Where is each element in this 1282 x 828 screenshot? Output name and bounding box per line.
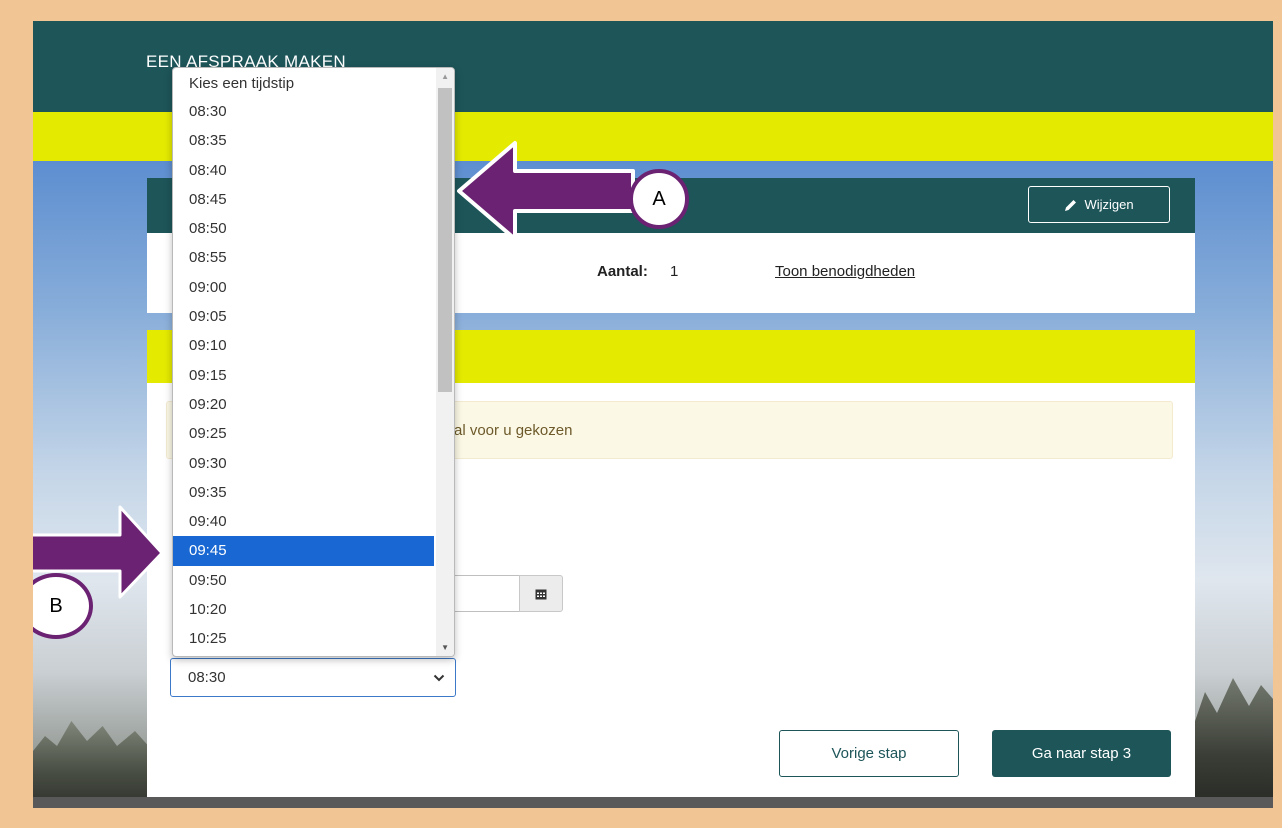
previous-step-button[interactable]: Vorige stap	[779, 730, 959, 777]
time-option[interactable]: 08:35	[173, 126, 434, 155]
time-option[interactable]: 10:25	[173, 624, 434, 653]
time-select[interactable]: 08:30	[170, 658, 456, 697]
time-option[interactable]: 08:40	[173, 156, 434, 185]
notice-text: al voor u gekozen	[454, 422, 573, 439]
edit-button-label: Wijzigen	[1084, 197, 1134, 212]
time-dropdown-list[interactable]: Kies een tijdstip 08:30 08:35 08:40 08:45 08…	[172, 67, 455, 657]
time-option[interactable]: 09:45	[173, 536, 434, 566]
time-options: Kies een tijdstip 08:30 08:35 08:40 08:45 08…	[173, 70, 434, 654]
time-option[interactable]: 08:55	[173, 243, 434, 272]
time-option[interactable]: 08:30	[173, 97, 434, 126]
time-select-value: 08:30	[188, 669, 226, 686]
amount-value: 1	[670, 263, 679, 280]
time-option[interactable]: 09:15	[173, 361, 434, 390]
time-option[interactable]: 09:20	[173, 390, 434, 419]
pencil-icon	[1065, 199, 1077, 211]
time-option[interactable]: 09:10	[173, 331, 434, 360]
time-option[interactable]: 09:30	[173, 449, 434, 478]
time-option[interactable]: 09:05	[173, 302, 434, 331]
screenshot-frame: EEN AFSPRAAK MAKEN Wijzigen Aantal: 1 To…	[33, 21, 1273, 808]
edit-button[interactable]: Wijzigen	[1028, 186, 1170, 223]
time-option[interactable]: 08:50	[173, 214, 434, 243]
time-option[interactable]: 09:35	[173, 478, 434, 507]
time-option[interactable]: 08:45	[173, 185, 434, 214]
annotation-a: A	[629, 169, 689, 229]
show-supplies-link[interactable]: Toon benodigdheden	[775, 263, 915, 280]
date-input[interactable]	[454, 575, 519, 612]
calendar-icon	[535, 589, 547, 599]
time-option[interactable]: 09:00	[173, 273, 434, 302]
next-step-button[interactable]: Ga naar stap 3	[992, 730, 1171, 777]
time-option[interactable]: 10:20	[173, 595, 434, 624]
time-option-placeholder[interactable]: Kies een tijdstip	[173, 70, 434, 97]
time-option[interactable]: 09:40	[173, 507, 434, 536]
time-option[interactable]: 09:50	[173, 566, 434, 595]
scroll-down-icon[interactable]: ▼	[441, 643, 449, 652]
bottom-strip	[33, 797, 1273, 808]
scrollbar-thumb[interactable]	[438, 88, 452, 392]
dropdown-scrollbar[interactable]: ▲ ▼	[436, 68, 454, 656]
amount-label: Aantal:	[597, 263, 648, 280]
arrow-left-icon	[457, 141, 635, 241]
chevron-down-icon	[433, 674, 445, 681]
calendar-button[interactable]	[519, 575, 563, 612]
scroll-up-icon[interactable]: ▲	[441, 72, 449, 81]
time-option[interactable]: 09:25	[173, 419, 434, 448]
